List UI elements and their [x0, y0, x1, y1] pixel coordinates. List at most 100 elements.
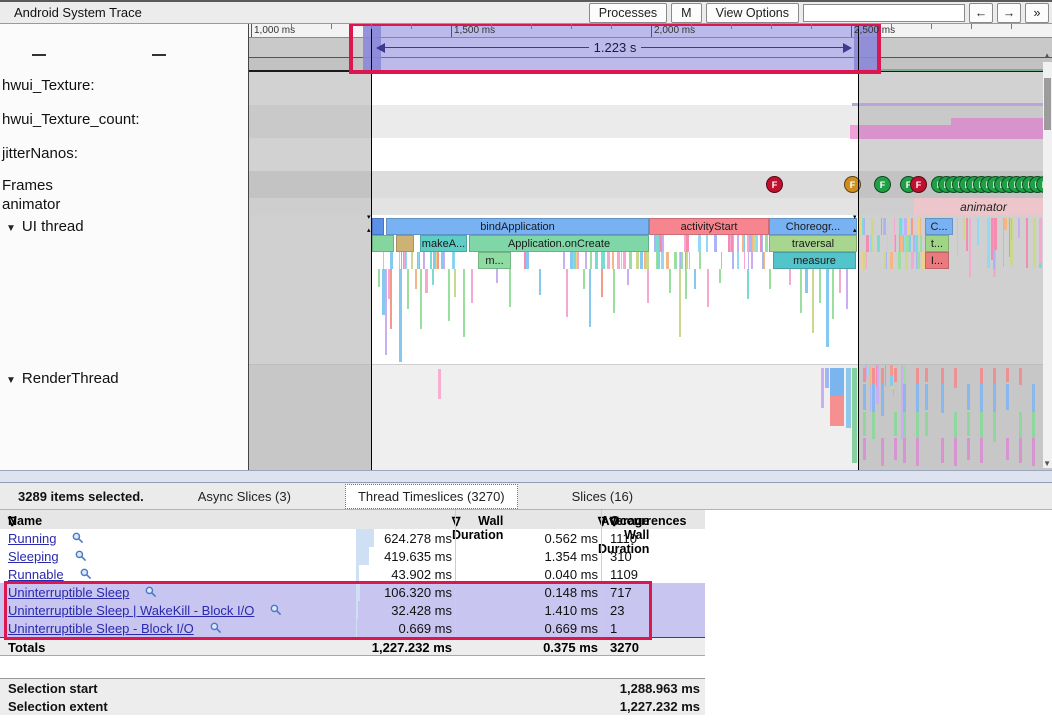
row-name-link[interactable]: Runnable — [8, 567, 64, 582]
flame-slice[interactable] — [411, 252, 413, 269]
flame-slice[interactable] — [963, 218, 965, 240]
flame-slice[interactable] — [646, 252, 649, 269]
render-slice[interactable] — [903, 384, 906, 413]
flame-slice[interactable] — [583, 269, 585, 289]
flame-slice[interactable] — [425, 269, 428, 293]
flame-slice[interactable] — [747, 235, 749, 252]
render-slice[interactable] — [941, 438, 944, 463]
render-slice[interactable] — [903, 412, 906, 439]
flame-slice[interactable] — [603, 252, 605, 269]
render-slice[interactable] — [916, 438, 919, 466]
flame-slice[interactable] — [1033, 218, 1036, 267]
slice[interactable] — [372, 218, 384, 235]
flame-slice[interactable] — [612, 252, 614, 269]
flame-slice[interactable] — [744, 252, 745, 269]
magnifier-button[interactable] — [72, 532, 84, 547]
flame-slice[interactable] — [922, 252, 925, 269]
flame-slice[interactable] — [766, 235, 768, 252]
flame-slice[interactable] — [432, 269, 434, 285]
slice-c[interactable]: C... — [925, 218, 953, 235]
render-slice[interactable] — [872, 384, 875, 413]
flame-slice[interactable] — [859, 218, 862, 235]
render-slice[interactable] — [852, 368, 857, 463]
flame-slice[interactable] — [899, 218, 902, 235]
render-slice[interactable] — [967, 438, 970, 460]
flame-slice[interactable] — [1004, 218, 1007, 230]
render-slice[interactable] — [438, 369, 441, 399]
flame-slice[interactable] — [876, 365, 877, 387]
flame-slice[interactable] — [890, 365, 893, 376]
flame-slice[interactable] — [994, 218, 997, 250]
flame-slice[interactable] — [644, 252, 646, 269]
flame-slice[interactable] — [1026, 218, 1028, 268]
render-slice[interactable] — [954, 368, 957, 388]
row-name-link[interactable]: Sleeping — [8, 549, 59, 564]
flame-slice[interactable] — [1018, 218, 1020, 238]
flame-slice[interactable] — [789, 269, 791, 285]
flame-slice[interactable] — [920, 218, 921, 235]
flame-slice[interactable] — [862, 218, 864, 235]
flame-slice[interactable] — [656, 252, 657, 269]
flame-slice[interactable] — [890, 252, 893, 269]
flame-slice[interactable] — [674, 252, 677, 269]
flame-slice[interactable] — [574, 252, 576, 269]
render-slice[interactable] — [980, 412, 983, 439]
flame-slice[interactable] — [877, 235, 880, 252]
render-slice[interactable] — [830, 396, 844, 426]
flame-slice[interactable] — [1011, 218, 1012, 240]
render-slice[interactable] — [980, 438, 983, 463]
flame-slice[interactable] — [617, 252, 620, 269]
render-slice[interactable] — [881, 384, 884, 416]
flame-slice[interactable] — [866, 252, 867, 269]
flame-slice[interactable] — [907, 218, 910, 235]
selection-start-line[interactable] — [371, 24, 372, 470]
flame-slice[interactable] — [681, 252, 683, 269]
flame-slice[interactable] — [563, 252, 565, 269]
flame-slice[interactable] — [406, 252, 407, 269]
collapse-arrow-icon[interactable]: ▼ — [6, 375, 16, 386]
flame-slice[interactable] — [881, 218, 882, 235]
flame-slice[interactable] — [747, 269, 749, 299]
render-slice[interactable] — [993, 412, 996, 442]
flame-slice[interactable] — [437, 252, 439, 269]
flame-slice[interactable] — [566, 269, 568, 317]
render-slice[interactable] — [925, 384, 928, 410]
render-slice[interactable] — [894, 438, 897, 460]
flame-slice[interactable] — [887, 235, 888, 252]
flame-slice[interactable] — [870, 235, 872, 252]
flame-slice[interactable] — [621, 252, 622, 269]
render-slice[interactable] — [941, 384, 944, 413]
slice-bindapplication[interactable]: bindApplication — [386, 218, 649, 235]
flame-slice[interactable] — [911, 252, 914, 269]
flame-slice[interactable] — [911, 218, 913, 235]
render-slice[interactable] — [1019, 412, 1022, 439]
flame-slice[interactable] — [441, 252, 444, 269]
flame-slice[interactable] — [871, 218, 874, 235]
flame-slice[interactable] — [454, 269, 456, 297]
render-slice[interactable] — [980, 368, 983, 385]
flame-slice[interactable] — [401, 252, 402, 269]
flame-slice[interactable] — [589, 269, 591, 327]
sort-icon[interactable]: ∇ — [8, 514, 16, 529]
flame-slice[interactable] — [613, 269, 615, 313]
flame-slice[interactable] — [662, 235, 664, 252]
magnifier-icon[interactable] — [80, 568, 92, 580]
flame-slice[interactable] — [869, 365, 871, 385]
flame-slice[interactable] — [685, 269, 687, 299]
slice-choreogr[interactable]: Choreogr... — [769, 218, 857, 235]
slice-measure[interactable]: measure — [773, 252, 856, 269]
flame-slice[interactable] — [846, 269, 848, 309]
flame-slice[interactable] — [383, 252, 384, 269]
flame-slice[interactable] — [385, 269, 387, 355]
tab-thread-timeslices-3270-[interactable]: Thread Timeslices (3270) — [345, 484, 518, 509]
flame-slice[interactable] — [872, 235, 873, 252]
flame-slice[interactable] — [666, 252, 669, 269]
flame-slice[interactable] — [647, 269, 649, 303]
flame-slice[interactable] — [707, 269, 709, 307]
flame-slice[interactable] — [894, 218, 895, 235]
flame-slice[interactable] — [916, 252, 917, 269]
render-slice[interactable] — [863, 412, 866, 436]
flame-slice[interactable] — [916, 235, 918, 252]
render-slice[interactable] — [863, 438, 866, 460]
slice[interactable] — [396, 235, 414, 252]
